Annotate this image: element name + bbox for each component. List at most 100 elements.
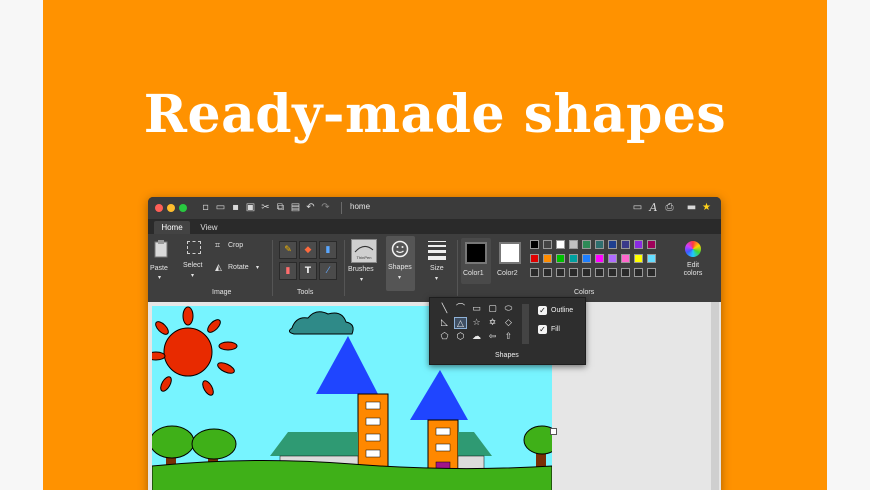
brushes-label: Brushes: [348, 266, 374, 273]
color-swatch[interactable]: [621, 254, 630, 263]
size-dropdown-icon: ▾: [435, 276, 439, 282]
close-window-button[interactable]: [155, 204, 163, 212]
smiley-shapes-icon: [391, 240, 409, 258]
color-swatch[interactable]: [582, 240, 591, 249]
color-swatch[interactable]: [595, 254, 604, 263]
color-swatch[interactable]: [569, 254, 578, 263]
cloud-shape-icon[interactable]: ☁: [470, 331, 483, 343]
rectangle-shape-icon[interactable]: ▭: [470, 303, 483, 315]
curve-shape-icon[interactable]: ⌒: [454, 303, 467, 315]
color-swatch[interactable]: [582, 268, 591, 277]
window-layout-icon[interactable]: ▭: [632, 202, 643, 213]
redo-icon[interactable]: ↷: [320, 202, 331, 213]
color-swatch[interactable]: [608, 240, 617, 249]
color-swatch[interactable]: [647, 268, 656, 277]
ellipse-shape-icon[interactable]: ⬭: [502, 303, 515, 315]
shapes-button[interactable]: Shapes ▾: [386, 236, 415, 291]
color-swatch[interactable]: [530, 254, 539, 263]
color-swatch[interactable]: [608, 254, 617, 263]
open-folder-icon[interactable]: ▭: [215, 202, 226, 213]
tab-home[interactable]: Home: [154, 221, 190, 234]
pentagon-shape-icon[interactable]: ⬠: [438, 331, 451, 343]
color-swatch[interactable]: [634, 240, 643, 249]
color1-button[interactable]: Color1: [461, 238, 491, 284]
text-tool-icon[interactable]: T: [299, 262, 317, 280]
document-title: home: [350, 202, 371, 211]
brush-preview-label: ThinPen: [356, 255, 372, 260]
arrow-left-shape-icon[interactable]: ⇦: [486, 331, 499, 343]
line-shape-icon[interactable]: ╲: [438, 303, 451, 315]
text-font-icon[interactable]: A: [648, 202, 659, 213]
color-swatch[interactable]: [582, 254, 591, 263]
right-triangle-shape-icon[interactable]: ◺: [438, 317, 451, 329]
select-button[interactable]: Select ▾: [180, 238, 208, 282]
new-file-icon[interactable]: ▫: [200, 202, 211, 213]
brushes-dropdown-icon: ▾: [360, 277, 364, 283]
crop-button[interactable]: ⌗ Crop: [215, 240, 255, 252]
fill-checkbox[interactable]: ✓: [538, 325, 547, 334]
favorite-star-icon[interactable]: ★: [701, 202, 712, 213]
minimize-window-button[interactable]: [167, 204, 175, 212]
triangle-shape-icon[interactable]: △: [454, 317, 467, 329]
paste-button[interactable]: Paste ▾: [150, 238, 172, 282]
keyboard-icon[interactable]: ▬: [686, 202, 697, 213]
canvas-resize-handle[interactable]: [550, 428, 557, 435]
outline-checkbox[interactable]: ✓: [538, 306, 547, 315]
tab-view[interactable]: View: [194, 221, 224, 234]
size-button[interactable]: Size ▾: [424, 238, 450, 284]
rotate-button[interactable]: ◭ Rotate ▾: [215, 262, 265, 274]
arrow-up-shape-icon[interactable]: ⇧: [502, 331, 515, 343]
size-label: Size: [430, 265, 444, 272]
undo-icon[interactable]: ↶: [305, 202, 316, 213]
pencil-tool-icon[interactable]: ✎: [279, 241, 297, 259]
paste-icon[interactable]: ▤: [290, 202, 301, 213]
star-6-shape-icon[interactable]: ✡: [486, 317, 499, 329]
zoom-window-button[interactable]: [179, 204, 187, 212]
color-swatch[interactable]: [556, 240, 565, 249]
color-swatch[interactable]: [634, 254, 643, 263]
color2-button[interactable]: Color2: [495, 238, 525, 284]
diamond-shape-icon[interactable]: ◇: [502, 317, 515, 329]
color-swatch[interactable]: [556, 268, 565, 277]
fill-label: Fill: [551, 326, 560, 333]
rounded-rectangle-shape-icon[interactable]: ▢: [486, 303, 499, 315]
text-color-icon[interactable]: ▮: [319, 241, 337, 259]
hexagon-shape-icon[interactable]: ⬡: [454, 331, 467, 343]
color-swatch[interactable]: [569, 240, 578, 249]
save-icon[interactable]: ▪: [230, 202, 241, 213]
color-swatch[interactable]: [608, 268, 617, 277]
crop-icon: ⌗: [215, 241, 221, 251]
outline-label: Outline: [551, 307, 574, 314]
color-picker-icon[interactable]: ⁄: [319, 262, 337, 280]
color-swatch[interactable]: [543, 254, 552, 263]
color-swatch[interactable]: [621, 240, 630, 249]
brushes-button[interactable]: ThinPen Brushes ▾: [348, 238, 378, 284]
color-swatch[interactable]: [621, 268, 630, 277]
ribbon-tabs: Home View: [148, 219, 721, 234]
group-label-colors: Colors: [574, 289, 595, 296]
print-icon[interactable]: ⎙: [664, 202, 675, 213]
color-swatch[interactable]: [595, 268, 604, 277]
shapes-gallery-scrollbar[interactable]: [522, 304, 529, 344]
star-5-shape-icon[interactable]: ☆: [470, 317, 483, 329]
edit-colors-button[interactable]: Edit colors: [678, 238, 708, 284]
cut-icon[interactable]: ✂: [260, 202, 271, 213]
color-swatch[interactable]: [543, 240, 552, 249]
color-swatch[interactable]: [530, 268, 539, 277]
color-swatch[interactable]: [530, 240, 539, 249]
color-swatch[interactable]: [647, 254, 656, 263]
color-swatch[interactable]: [556, 254, 565, 263]
color-swatch[interactable]: [543, 268, 552, 277]
color2-label: Color2: [497, 270, 518, 277]
group-label-image: Image: [212, 289, 232, 296]
color-swatch[interactable]: [634, 268, 643, 277]
paste-label: Paste: [150, 265, 168, 272]
color-swatch[interactable]: [647, 240, 656, 249]
eraser-icon[interactable]: ▮: [279, 262, 297, 280]
save-all-icon[interactable]: ▣: [245, 202, 256, 213]
color-swatch[interactable]: [595, 240, 604, 249]
color-swatch[interactable]: [569, 268, 578, 277]
copy-icon[interactable]: ⧉: [275, 202, 286, 213]
vertical-scrollbar[interactable]: [711, 302, 719, 490]
fill-bucket-icon[interactable]: ◆: [299, 241, 317, 259]
